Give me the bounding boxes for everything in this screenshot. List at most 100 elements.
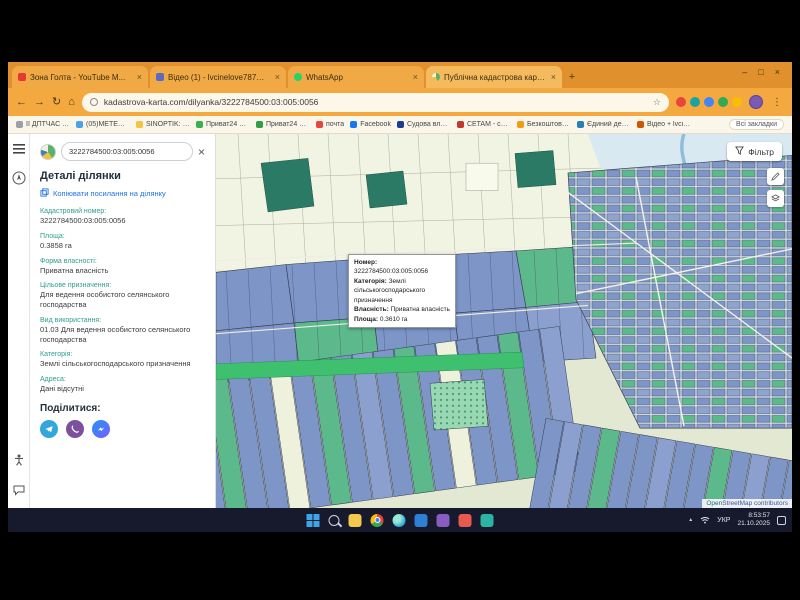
- site-info-icon[interactable]: [90, 98, 98, 106]
- detail-field: Вид використання: 01.03 Для ведення особ…: [40, 317, 205, 345]
- bookmark-item[interactable]: Безкоштовні оголо..: [517, 121, 571, 128]
- page-content: × Деталі ділянки Копіювати посилання на …: [8, 134, 792, 508]
- field-label: Вид використання:: [40, 317, 205, 324]
- detail-field: Адреса: Дані відсутні: [40, 376, 205, 394]
- close-tab-icon[interactable]: ×: [137, 72, 142, 82]
- locate-compass-icon[interactable]: [12, 171, 26, 190]
- draw-tool-button[interactable]: [767, 168, 784, 185]
- notification-icon[interactable]: [777, 516, 786, 525]
- bookmark-item[interactable]: Відео + lvcinelove7..: [637, 121, 691, 128]
- bookmark-favicon-icon: [397, 121, 404, 128]
- clock-time: 8:53:57: [737, 512, 770, 520]
- url-text: kadastrova-karta.com/dilyanka/3222784500…: [104, 97, 319, 107]
- app-icon[interactable]: [481, 514, 494, 527]
- close-tab-icon[interactable]: ×: [551, 72, 556, 82]
- bookmark-item[interactable]: (05)МЕТЕО: Погода..: [76, 121, 130, 128]
- bookmark-item[interactable]: SINOPTIK: Погода в..: [136, 121, 190, 128]
- parcel-details-panel: × Деталі ділянки Копіювати посилання на …: [30, 134, 216, 508]
- filter-button[interactable]: Фільтр: [727, 142, 782, 161]
- extension-icon[interactable]: [732, 97, 742, 107]
- tray-chevron-icon[interactable]: ▲: [688, 517, 693, 523]
- address-bar[interactable]: kadastrova-karta.com/dilyanka/3222784500…: [82, 93, 669, 112]
- map-canvas[interactable]: [216, 134, 792, 508]
- hamburger-menu-icon[interactable]: [13, 141, 25, 159]
- map-attribution[interactable]: OpenStreetMap contributors: [702, 499, 792, 508]
- tab-cadastral-map[interactable]: Публічна кадастрова карта У... ×: [426, 66, 562, 88]
- extension-icon[interactable]: [690, 97, 700, 107]
- messenger-share-icon[interactable]: [92, 420, 110, 438]
- forward-button[interactable]: →: [34, 97, 45, 108]
- bookmark-favicon-icon: [517, 121, 524, 128]
- browser-menu-icon[interactable]: ⋮: [770, 97, 784, 108]
- bookmark-item[interactable]: Facebook: [350, 121, 391, 128]
- telegram-share-icon[interactable]: [40, 420, 58, 438]
- copy-parcel-link[interactable]: Копіювати посилання на ділянку: [40, 188, 205, 199]
- tab-video[interactable]: Відео (1) - lvcinelove787@g... ×: [150, 66, 286, 88]
- close-window-button[interactable]: ×: [775, 67, 780, 77]
- bookmark-favicon-icon: [196, 121, 203, 128]
- cadastral-map[interactable]: Фільтр Номер: 3222784500:03:005:0056 Кат…: [216, 134, 792, 508]
- language-indicator[interactable]: УКР: [717, 517, 730, 524]
- extension-icon[interactable]: [676, 97, 686, 107]
- bookmark-item[interactable]: Єдиний державни..: [577, 121, 631, 128]
- feedback-chat-icon[interactable]: [13, 483, 25, 501]
- tab-whatsapp[interactable]: WhatsApp ×: [288, 66, 424, 88]
- cadastre-search-input[interactable]: [61, 142, 193, 161]
- parcel-search-row: ×: [40, 142, 205, 161]
- window-controls: – □ ×: [742, 65, 788, 77]
- edge-icon[interactable]: [393, 514, 406, 527]
- bookmark-favicon-icon: [316, 121, 323, 128]
- field-label: Кадастровий номер:: [40, 208, 205, 215]
- field-label: Цільове призначення:: [40, 282, 205, 289]
- home-button[interactable]: ⌂: [68, 97, 75, 108]
- bookmark-item[interactable]: почта: [316, 121, 344, 128]
- layers-button[interactable]: [767, 190, 784, 207]
- field-label: Площа:: [40, 233, 205, 240]
- bookmark-item[interactable]: Її ДПТЧАС (132: [16, 121, 70, 128]
- extension-icon[interactable]: [704, 97, 714, 107]
- wifi-icon[interactable]: [700, 511, 710, 529]
- file-explorer-icon[interactable]: [349, 514, 362, 527]
- back-button[interactable]: ←: [16, 97, 27, 108]
- accessibility-icon[interactable]: [13, 453, 25, 471]
- detail-field: Категорія: Землі сільськогосподарського …: [40, 351, 205, 369]
- field-value: 3222784500:03:005:0056: [40, 216, 205, 226]
- new-tab-button[interactable]: +: [564, 69, 580, 85]
- minimize-button[interactable]: –: [742, 67, 747, 77]
- windows-taskbar: ▲ УКР 8:53:57 21.10.2025: [8, 508, 792, 532]
- app-icon[interactable]: [459, 514, 472, 527]
- bookmark-item[interactable]: Приват24 для бізне..: [196, 121, 250, 128]
- copy-icon: [40, 188, 49, 199]
- bookmark-favicon-icon: [256, 121, 263, 128]
- bookmark-favicon-icon: [76, 121, 83, 128]
- field-value: 0.3858 га: [40, 241, 205, 251]
- close-tab-icon[interactable]: ×: [413, 72, 418, 82]
- all-bookmarks-button[interactable]: Всі закладки: [729, 119, 784, 130]
- viber-share-icon[interactable]: [66, 420, 84, 438]
- bookmark-item[interactable]: Приват24 — Ваш жи..: [256, 121, 310, 128]
- bookmark-star-icon[interactable]: ☆: [653, 97, 661, 108]
- bookmark-item[interactable]: Судова влада Украї..: [397, 121, 451, 128]
- share-title: Поділитися:: [40, 403, 205, 414]
- reload-button[interactable]: ↻: [52, 97, 61, 108]
- clear-search-icon[interactable]: ×: [198, 146, 205, 158]
- extension-icon[interactable]: [718, 97, 728, 107]
- start-button[interactable]: [307, 514, 320, 527]
- profile-avatar[interactable]: [749, 95, 763, 109]
- tab-youtube[interactable]: Зона Голта - YouTube М... ×: [12, 66, 148, 88]
- parcel-tooltip: Номер: 3222784500:03:005:0056 Категорія:…: [348, 254, 456, 328]
- cadastral-favicon-icon: [432, 73, 440, 81]
- app-icon[interactable]: [437, 514, 450, 527]
- close-tab-icon[interactable]: ×: [275, 72, 280, 82]
- field-value: Землі сільськогосподарського призначення: [40, 359, 205, 369]
- bookmark-item[interactable]: CETAM - cetam.net..: [457, 121, 511, 128]
- chrome-icon[interactable]: [371, 514, 384, 527]
- bookmark-favicon-icon: [637, 121, 644, 128]
- bookmark-favicon-icon: [350, 121, 357, 128]
- taskbar-clock[interactable]: 8:53:57 21.10.2025: [737, 512, 770, 528]
- browser-toolbar: ← → ↻ ⌂ kadastrova-karta.com/dilyanka/32…: [8, 88, 792, 116]
- maximize-button[interactable]: □: [758, 67, 763, 77]
- photos-app-icon[interactable]: [415, 514, 428, 527]
- taskbar-apps: [307, 514, 494, 527]
- taskbar-search-icon[interactable]: [329, 515, 340, 526]
